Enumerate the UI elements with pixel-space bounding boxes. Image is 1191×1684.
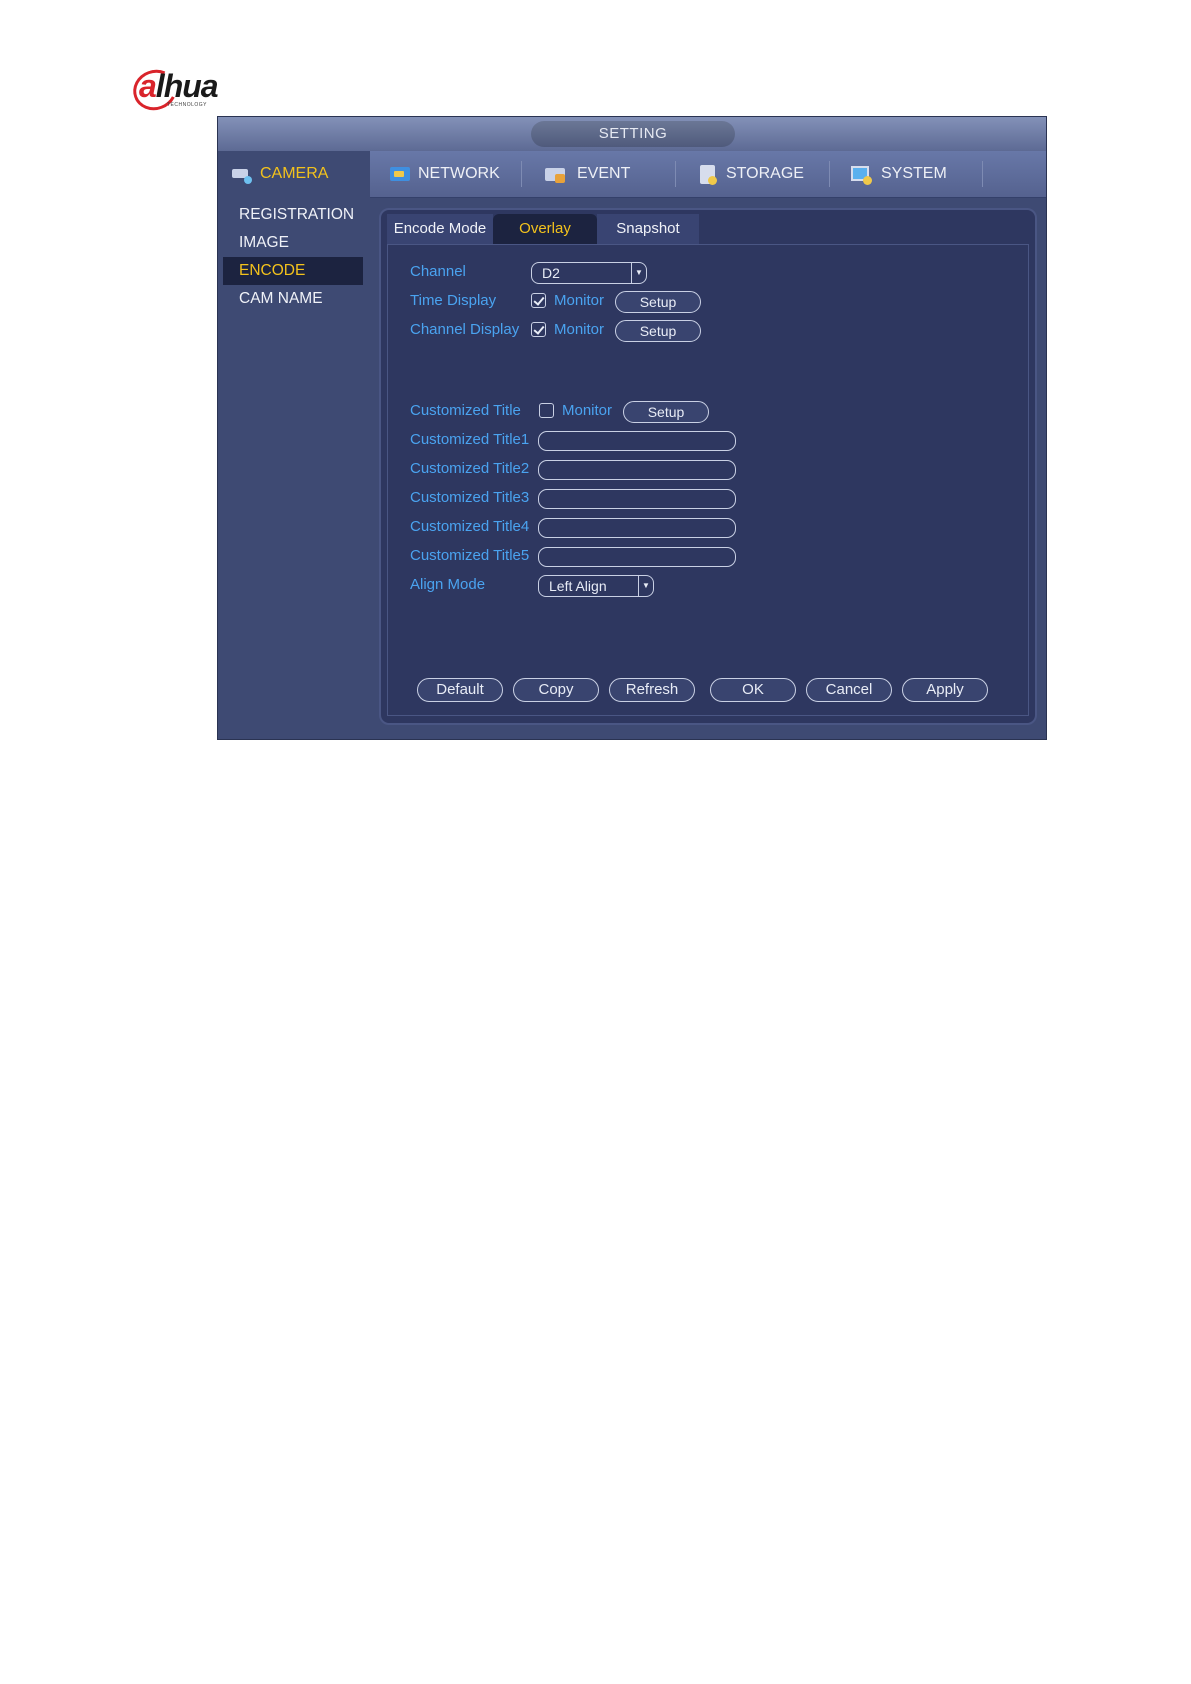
- sidebar-item-cam-name[interactable]: CAM NAME: [223, 285, 363, 313]
- copy-button[interactable]: Copy: [513, 678, 599, 702]
- event-icon: [543, 163, 569, 185]
- nav-divider: [675, 161, 676, 187]
- nav-network-label: NETWORK: [418, 165, 500, 182]
- nav-storage-label: STORAGE: [726, 165, 804, 182]
- nav-camera[interactable]: CAMERA: [218, 151, 370, 197]
- tab-encode-mode[interactable]: Encode Mode: [387, 214, 493, 244]
- customized-title-setup-button[interactable]: Setup: [623, 401, 709, 423]
- customized-title3-input[interactable]: [538, 489, 736, 509]
- system-icon: [849, 163, 875, 185]
- sidebar-item-image[interactable]: IMAGE: [223, 229, 363, 257]
- customized-title5-label: Customized Title5: [410, 547, 530, 564]
- nav-divider: [982, 161, 983, 187]
- sidebar-item-registration[interactable]: REGISTRATION: [223, 201, 363, 229]
- align-mode-label: Align Mode: [410, 576, 486, 593]
- channel-label: Channel: [410, 263, 466, 280]
- refresh-button[interactable]: Refresh: [609, 678, 695, 702]
- network-icon: [388, 163, 414, 185]
- align-mode-value: Left Align: [549, 578, 607, 594]
- apply-button[interactable]: Apply: [902, 678, 988, 702]
- logo-text: alhua: [139, 68, 219, 104]
- storage-icon: [696, 163, 722, 185]
- customized-title4-input[interactable]: [538, 518, 736, 538]
- nav-system[interactable]: SYSTEM: [849, 151, 947, 197]
- nav-event[interactable]: EVENT: [543, 151, 630, 197]
- window-title: SETTING: [531, 121, 735, 147]
- nav-storage[interactable]: STORAGE: [696, 151, 804, 197]
- ok-button[interactable]: OK: [710, 678, 796, 702]
- align-mode-select[interactable]: Left Align ▼: [538, 575, 654, 597]
- nav-event-label: EVENT: [577, 165, 631, 182]
- nav-divider: [521, 161, 522, 187]
- customized-title-label: Customized Title: [410, 402, 521, 419]
- chevron-down-icon: ▼: [631, 263, 646, 283]
- customized-title1-input[interactable]: [538, 431, 736, 451]
- nav-network[interactable]: NETWORK: [388, 151, 500, 197]
- tab-snapshot[interactable]: Snapshot: [597, 214, 699, 244]
- time-display-monitor-label: Monitor: [554, 292, 605, 309]
- chevron-down-icon: ▼: [638, 576, 653, 596]
- nav-divider: [829, 161, 830, 187]
- logo-subtitle: TECHNOLOGY: [167, 102, 208, 108]
- channel-value: D2: [542, 265, 560, 281]
- setting-window: SETTING CAMERA NETWORK EVENT STORAGE SYS…: [217, 116, 1047, 740]
- customized-title3-label: Customized Title3: [410, 489, 530, 506]
- tab-overlay[interactable]: Overlay: [493, 214, 597, 244]
- customized-title-monitor-label: Monitor: [562, 402, 613, 419]
- sidebar-item-encode[interactable]: ENCODE: [223, 257, 363, 285]
- dahua-logo: alhua TECHNOLOGY: [127, 63, 263, 117]
- channel-display-label: Channel Display: [410, 321, 520, 338]
- sidebar: REGISTRATION IMAGE ENCODE CAM NAME: [218, 197, 370, 739]
- channel-select[interactable]: D2 ▼: [531, 262, 647, 284]
- main-nav: CAMERA NETWORK EVENT STORAGE SYSTEM: [218, 151, 1046, 198]
- nav-system-label: SYSTEM: [881, 165, 947, 182]
- customized-title2-label: Customized Title2: [410, 460, 530, 477]
- title-bar: SETTING: [218, 117, 1046, 151]
- time-display-setup-button[interactable]: Setup: [615, 291, 701, 313]
- channel-display-monitor-label: Monitor: [554, 321, 605, 338]
- overlay-form: Channel D2 ▼ Time Display Monitor Setup …: [387, 244, 1029, 716]
- nav-camera-label: CAMERA: [260, 165, 329, 182]
- camera-icon: [230, 163, 256, 185]
- customized-title5-input[interactable]: [538, 547, 736, 567]
- default-button[interactable]: Default: [417, 678, 503, 702]
- customized-title4-label: Customized Title4: [410, 518, 530, 535]
- channel-display-setup-button[interactable]: Setup: [615, 320, 701, 342]
- channel-display-checkbox[interactable]: [531, 322, 546, 337]
- customized-title1-label: Customized Title1: [410, 431, 530, 448]
- overlay-panel: Encode Mode Overlay Snapshot Channel D2 …: [379, 208, 1037, 725]
- time-display-label: Time Display: [410, 292, 497, 309]
- cancel-button[interactable]: Cancel: [806, 678, 892, 702]
- customized-title-checkbox[interactable]: [539, 403, 554, 418]
- time-display-checkbox[interactable]: [531, 293, 546, 308]
- customized-title2-input[interactable]: [538, 460, 736, 480]
